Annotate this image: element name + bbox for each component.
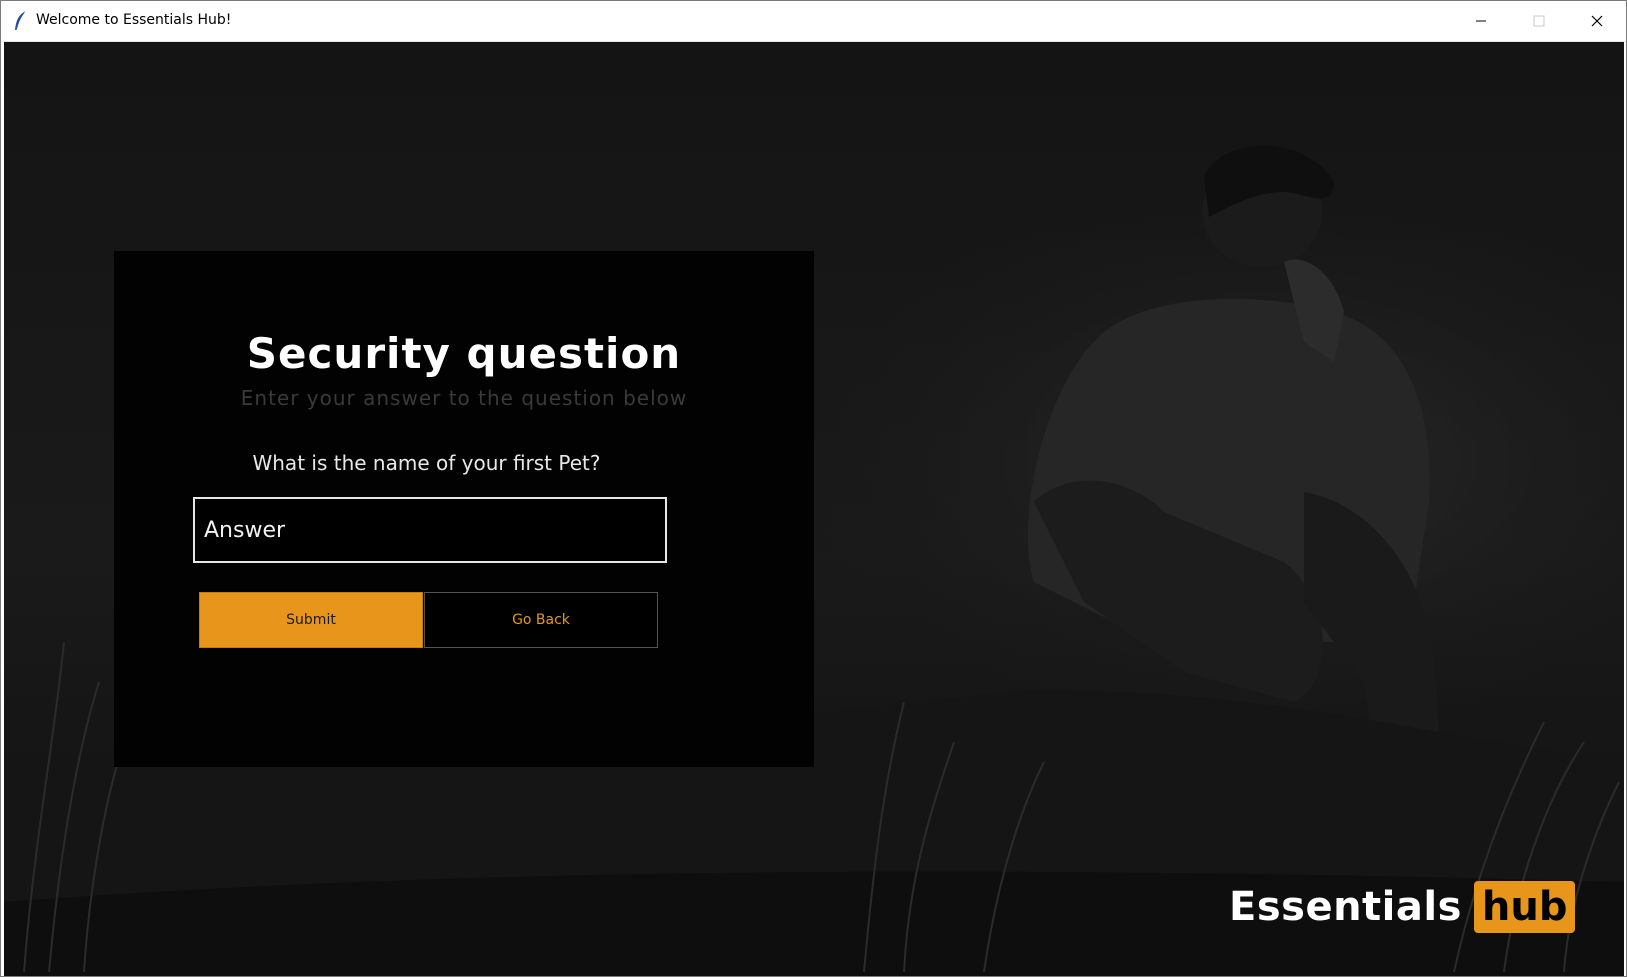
brand-wordmark: Essentials bbox=[1229, 884, 1462, 930]
window-content: Security question Enter your answer to t… bbox=[4, 42, 1624, 976]
maximize-button[interactable] bbox=[1510, 1, 1568, 41]
page-subtitle: Enter your answer to the question below bbox=[240, 386, 688, 410]
brand-logo: Essentials hub bbox=[1229, 880, 1576, 934]
close-icon bbox=[1591, 15, 1603, 27]
page-title: Security question bbox=[246, 329, 682, 378]
app-window: Welcome to Essentials Hub! Security ques… bbox=[0, 0, 1627, 977]
title-bar[interactable]: Welcome to Essentials Hub! bbox=[1, 1, 1626, 42]
minimize-button[interactable] bbox=[1452, 1, 1510, 41]
maximize-icon bbox=[1533, 15, 1545, 27]
security-question-panel: Security question Enter your answer to t… bbox=[114, 251, 814, 767]
close-button[interactable] bbox=[1568, 1, 1626, 41]
brand-badge: hub bbox=[1473, 881, 1576, 933]
submit-button[interactable]: Submit bbox=[199, 592, 423, 648]
security-question-label: What is the name of your first Pet? bbox=[252, 451, 601, 475]
minimize-icon bbox=[1476, 20, 1486, 22]
go-back-button[interactable]: Go Back bbox=[424, 592, 658, 648]
window-title: Welcome to Essentials Hub! bbox=[36, 12, 232, 28]
feather-icon bbox=[13, 10, 29, 32]
answer-input[interactable] bbox=[193, 497, 667, 563]
